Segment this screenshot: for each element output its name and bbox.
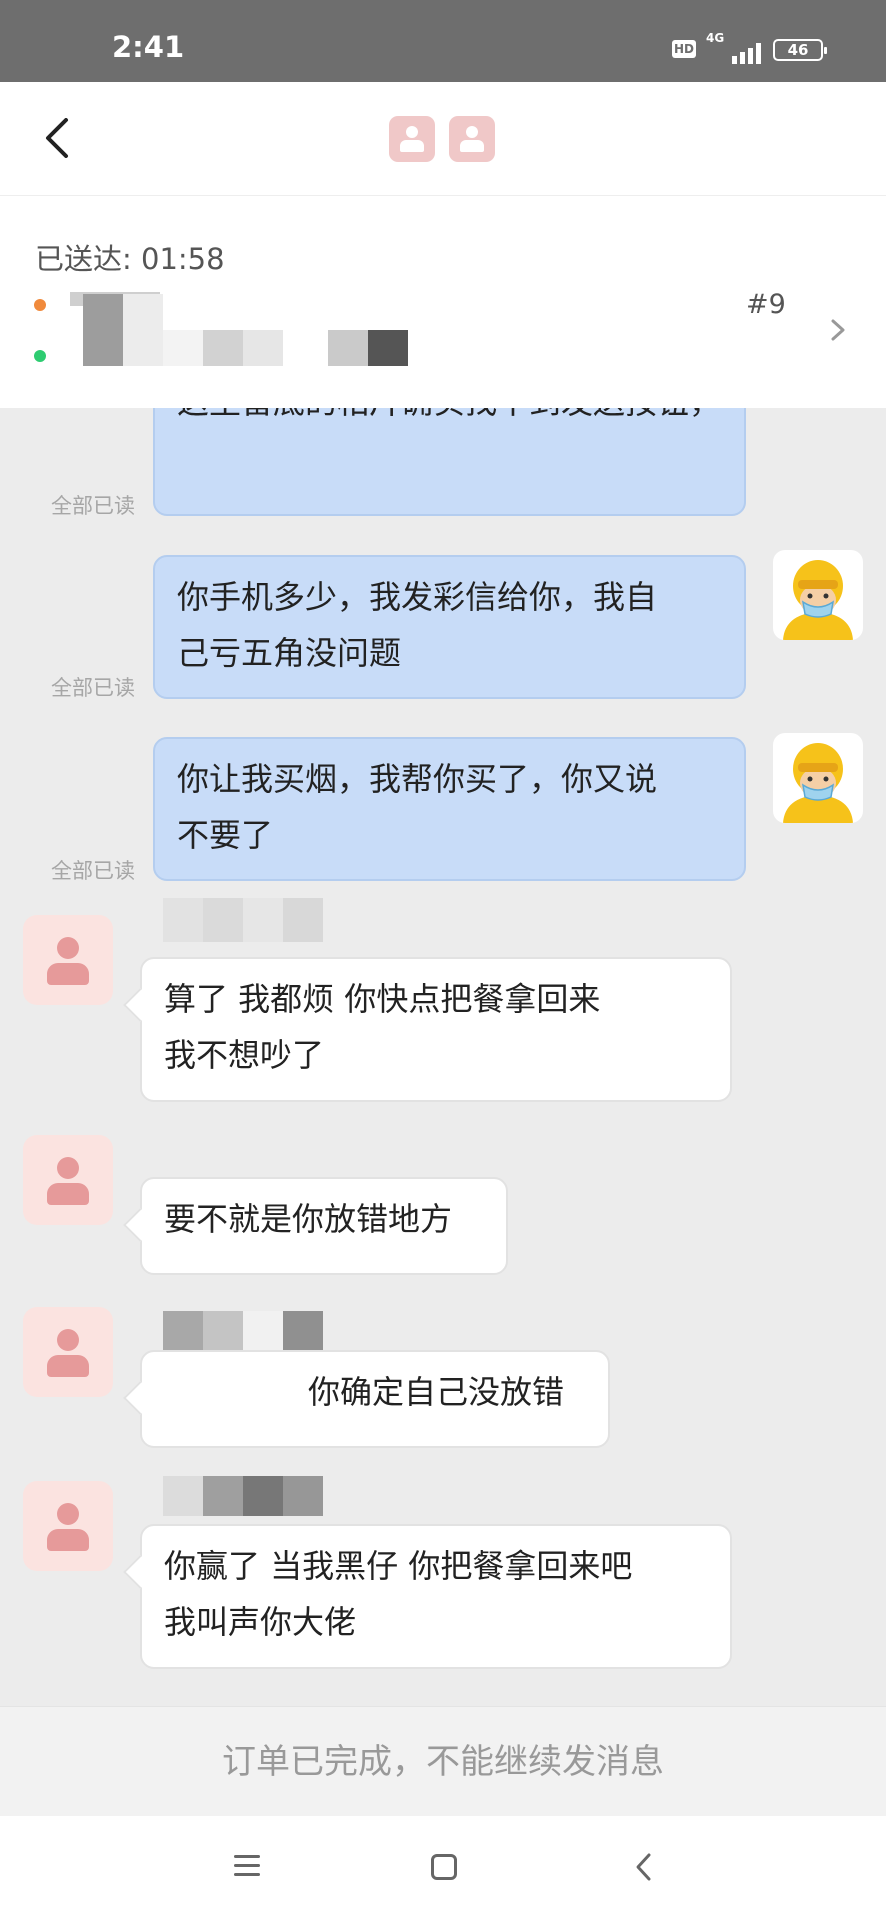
message-line: 我叫声你大佬 xyxy=(164,1603,357,1641)
read-status: 全部已读 xyxy=(51,676,135,700)
rider-avatar-icon[interactable] xyxy=(773,550,863,640)
order-number: #9 xyxy=(746,289,786,320)
message-bubble: 要不就是你放错地方 xyxy=(140,1177,508,1275)
back-nav-icon[interactable] xyxy=(634,1852,652,1882)
menu-icon[interactable] xyxy=(234,1855,260,1877)
message-bubble: 你确定自己没放错 xyxy=(140,1350,610,1448)
message-line: 你赢了 当我黑仔 你把餐拿回来吧 xyxy=(164,1547,633,1585)
customer-avatar-icon[interactable] xyxy=(23,1481,113,1571)
status-bar: 2:41 HD 4G 46 xyxy=(0,0,886,82)
battery-icon: 46 xyxy=(773,39,827,61)
pickup-dot xyxy=(34,299,46,311)
order-completed-notice: 订单已完成，不能继续发消息 xyxy=(0,1706,886,1817)
dropoff-dot xyxy=(34,350,46,362)
participant-avatar-icon[interactable] xyxy=(449,116,495,162)
read-status: 全部已读 xyxy=(51,494,135,518)
message-line: 你让我买烟，我帮你买了，你又说 xyxy=(177,760,658,798)
status-time: 2:41 xyxy=(112,30,185,64)
system-nav-bar xyxy=(0,1816,886,1920)
message-line: 你手机多少，我发彩信给你，我自 xyxy=(177,578,658,616)
message-line: 己亏五角没问题 xyxy=(177,634,402,672)
message-line: 不要了 xyxy=(177,816,274,854)
order-info-panel[interactable]: 已送达: 01:58 #9 xyxy=(0,196,886,408)
delivery-time: 已送达: 01:58 xyxy=(35,242,225,276)
message-bubble: 你赢了 当我黑仔 你把餐拿回来吧 我叫声你大佬 xyxy=(140,1524,732,1669)
message-bubble: 你让我买烟，我帮你买了，你又说 不要了 xyxy=(153,737,746,881)
customer-avatar-icon[interactable] xyxy=(23,1307,113,1397)
read-status: 全部已读 xyxy=(51,859,135,883)
message-line: 要不就是你放错地方 xyxy=(164,1200,453,1238)
signal-icon xyxy=(710,38,764,64)
participant-avatar-icon[interactable] xyxy=(389,116,435,162)
message-bubble: 你手机多少，我发彩信给你，我自 己亏五角没问题 xyxy=(153,555,746,699)
message-line: 算了 我都烦 你快点把餐拿回来 xyxy=(164,980,601,1018)
customer-avatar-icon[interactable] xyxy=(23,915,113,1005)
message-line: 你确定自己没放错 xyxy=(308,1373,565,1411)
home-icon[interactable] xyxy=(431,1854,457,1880)
hd-icon: HD xyxy=(672,40,696,58)
customer-avatar-icon[interactable] xyxy=(23,1135,113,1225)
rider-avatar-icon[interactable] xyxy=(773,733,863,823)
back-icon[interactable] xyxy=(42,118,72,158)
chat-header xyxy=(0,82,886,196)
chevron-right-icon[interactable] xyxy=(830,318,846,342)
message-line: 我不想吵了 xyxy=(164,1036,325,1074)
message-bubble: 算了 我都烦 你快点把餐拿回来 我不想吵了 xyxy=(140,957,732,1102)
